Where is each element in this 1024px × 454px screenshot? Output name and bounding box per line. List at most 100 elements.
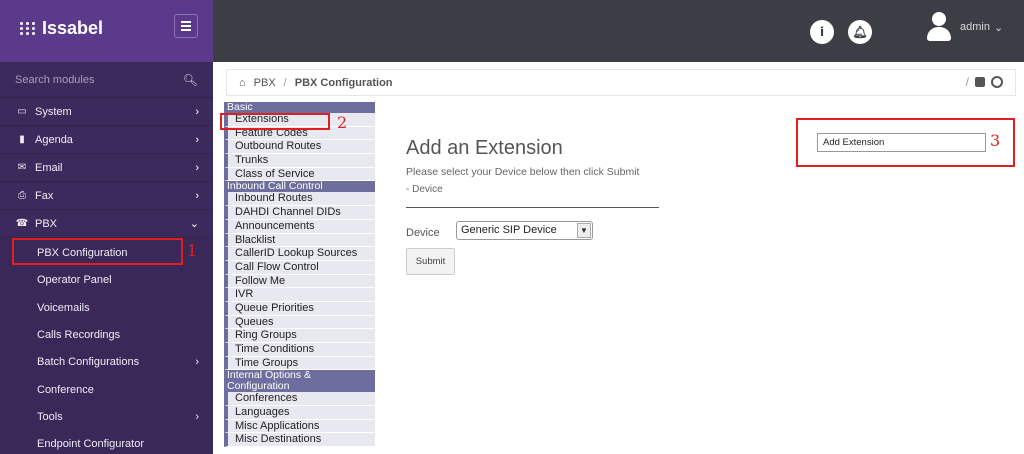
submit-button[interactable]: Submit	[406, 248, 455, 275]
chevron-right-icon: ›	[195, 133, 199, 146]
book-icon: ▮	[19, 134, 25, 145]
avatar	[926, 12, 952, 42]
info-icon[interactable]: i	[810, 20, 834, 44]
menu-item-inbound-routes[interactable]: Inbound Routes	[224, 192, 375, 207]
menu-header-internal: Internal Options & Configuration	[224, 370, 375, 393]
annotation-number-3: 3	[990, 131, 1001, 150]
sidebar-item-label: Fax	[35, 189, 54, 202]
logo: Issabel	[20, 18, 103, 39]
menu-item-call-flow-control[interactable]: Call Flow Control	[224, 260, 375, 275]
bookmark-icon[interactable]	[975, 77, 985, 87]
chevron-down-icon: ⌄	[993, 21, 1004, 34]
sidebar-subitem-label: Batch Configurations	[37, 355, 140, 368]
menu-item-time-conditions[interactable]: Time Conditions	[224, 343, 375, 357]
chevron-down-icon: ⌄	[189, 218, 199, 230]
device-select[interactable]: Generic SIP Device ▼	[456, 221, 593, 240]
menu-item-ivr[interactable]: IVR	[224, 288, 375, 302]
chevron-right-icon: ›	[195, 410, 199, 423]
sidebar-subitem-operator-panel[interactable]: Operator Panel	[0, 266, 213, 293]
bell-icon[interactable]: 🔔︎	[848, 20, 872, 44]
menu-item-queues[interactable]: Queues	[224, 315, 375, 330]
sidebar-subitem-label: Endpoint Configurator	[37, 437, 145, 450]
chevron-down-icon: ▼	[577, 223, 591, 238]
form-description: Please select your Device below then cli…	[406, 166, 640, 178]
breadcrumb-section[interactable]: PBX	[254, 77, 276, 89]
sidebar-item-agenda[interactable]: ▮ Agenda ›	[0, 126, 213, 154]
menu-item-misc-destinations[interactable]: Misc Destinations	[224, 433, 375, 448]
highlight-box-2	[220, 113, 330, 130]
sidebar-subitem-label: Voicemails	[37, 301, 90, 314]
device-select-value: Generic SIP Device	[461, 224, 557, 236]
app-name: Issabel	[42, 18, 104, 38]
breadcrumb: ⌂ PBX / PBX Configuration /	[226, 69, 1016, 96]
add-extension-button[interactable]: Add Extension	[817, 133, 986, 152]
breadcrumb-separator: /	[283, 76, 287, 89]
menu-item-class-of-service[interactable]: Class of Service	[224, 167, 375, 182]
menu-item-blacklist[interactable]: Blacklist	[224, 233, 375, 248]
search-bar: 🔍︎	[0, 62, 213, 98]
annotation-number-1: 1	[187, 241, 198, 260]
module-menu: Basic Extensions Feature Codes Outbound …	[224, 102, 375, 448]
user-menu[interactable]: admin ⌄	[926, 12, 1003, 42]
highlight-box-1	[12, 238, 183, 265]
topbar: i 🔔︎ admin ⌄	[213, 0, 1024, 62]
sidebar-subitem-endpoint-configurator[interactable]: Endpoint Configurator	[0, 430, 213, 454]
menu-item-time-groups[interactable]: Time Groups	[224, 356, 375, 371]
sidebar-subitem-label: Tools	[37, 410, 63, 423]
sidebar-item-system[interactable]: ▭ System ›	[0, 98, 213, 126]
menu-item-dahdi-channel-dids[interactable]: DAHDI Channel DIDs	[224, 206, 375, 220]
printer-icon: ⎙	[18, 190, 26, 201]
search-input[interactable]	[15, 73, 183, 86]
envelope-icon: ✉	[17, 162, 27, 173]
sidebar-subitem-label: Operator Panel	[37, 273, 112, 286]
annotation-number-2: 2	[337, 113, 348, 132]
divider	[406, 207, 659, 208]
chevron-right-icon: ›	[195, 355, 199, 368]
logo-bar: Issabel	[0, 0, 213, 62]
sidebar-item-label: Email	[35, 161, 63, 174]
breadcrumb-current: PBX Configuration	[294, 76, 393, 89]
home-icon[interactable]: ⌂	[239, 77, 246, 89]
phone-icon: ☎	[15, 218, 29, 229]
menu-item-callerid-lookup[interactable]: CallerID Lookup Sources	[224, 247, 375, 261]
menu-item-queue-priorities[interactable]: Queue Priorities	[224, 301, 375, 316]
menu-item-follow-me[interactable]: Follow Me	[224, 274, 375, 289]
sidebar-subitem-label: Calls Recordings	[37, 328, 121, 341]
chevron-right-icon: ›	[195, 105, 199, 118]
sidebar-subitem-tools[interactable]: Tools ›	[0, 403, 213, 430]
menu-item-announcements[interactable]: Announcements	[224, 219, 375, 234]
device-label: Device	[406, 227, 440, 239]
menu-header-basic: Basic	[224, 102, 375, 113]
form-subtitle: - Device	[406, 184, 443, 195]
sidebar-item-pbx[interactable]: ☎ PBX ⌄	[0, 210, 213, 238]
breadcrumb-tools: /	[966, 75, 1003, 89]
logo-dots-icon	[20, 22, 36, 35]
sidebar-item-fax[interactable]: ⎙ Fax ›	[0, 182, 213, 210]
menu-item-languages[interactable]: Languages	[224, 406, 375, 420]
sidebar: Issabel 🔍︎ ▭ System › ▮ Agenda › ✉ Email…	[0, 0, 213, 454]
menu-item-ring-groups[interactable]: Ring Groups	[224, 329, 375, 343]
menu-header-inbound: Inbound Call Control	[224, 181, 375, 193]
sidebar-item-label: Agenda	[35, 133, 73, 146]
menu-item-misc-applications[interactable]: Misc Applications	[224, 419, 375, 434]
menu-item-outbound-routes[interactable]: Outbound Routes	[224, 140, 375, 155]
sidebar-subitem-voicemails[interactable]: Voicemails	[0, 294, 213, 321]
sidebar-item-label: System	[35, 105, 72, 118]
chevron-right-icon: ›	[195, 189, 199, 202]
sidebar-subitem-conference[interactable]: Conference	[0, 376, 213, 403]
chevron-right-icon: ›	[195, 161, 199, 174]
help-globe-icon[interactable]	[991, 76, 1003, 88]
menu-item-trunks[interactable]: Trunks	[224, 154, 375, 168]
sidebar-subitem-calls-recordings[interactable]: Calls Recordings	[0, 321, 213, 348]
sidebar-subitem-label: Conference	[37, 383, 94, 396]
sidebar-item-email[interactable]: ✉ Email ›	[0, 154, 213, 182]
sidebar-subitem-batch-configurations[interactable]: Batch Configurations ›	[0, 348, 213, 375]
search-icon[interactable]: 🔍︎	[183, 73, 198, 87]
menu-toggle-button[interactable]	[174, 14, 198, 38]
username: admin	[960, 21, 990, 33]
menu-item-conferences[interactable]: Conferences	[224, 392, 375, 407]
form-title: Add an Extension	[406, 137, 563, 159]
sidebar-item-label: PBX	[35, 217, 58, 230]
monitor-icon: ▭	[17, 106, 27, 117]
breadcrumb-tools-separator: /	[965, 75, 969, 89]
